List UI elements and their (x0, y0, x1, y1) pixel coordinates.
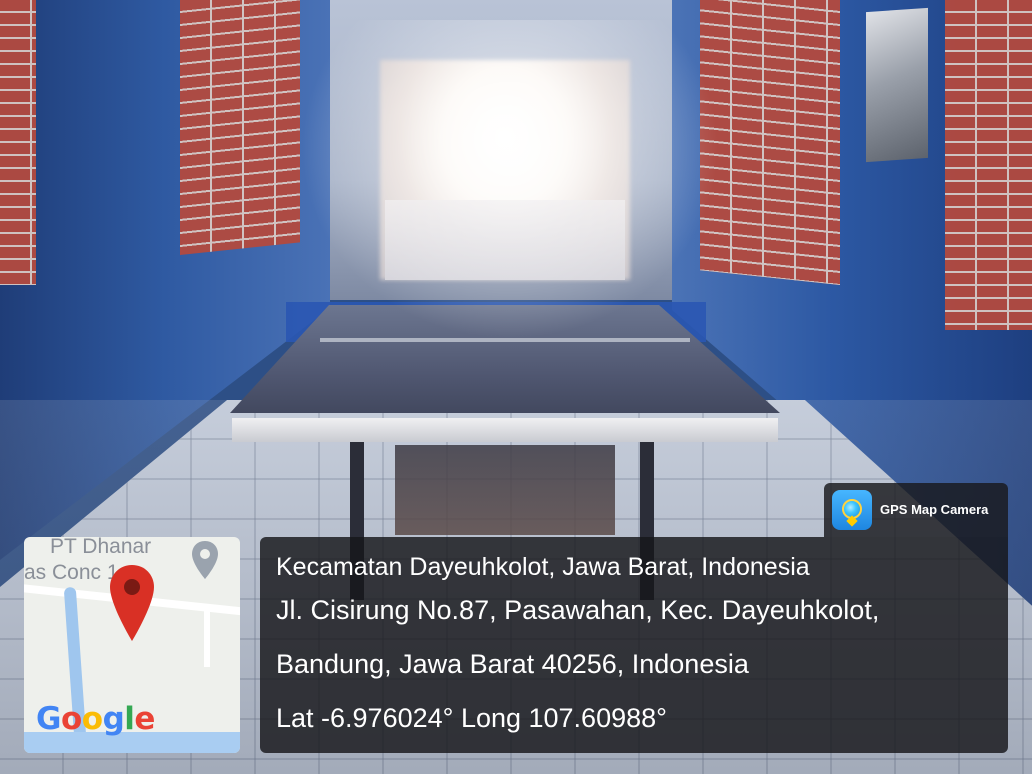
map-road-vertical (204, 607, 210, 667)
map-thumbnail[interactable]: PT Dhanar as Conc 1 Google (24, 537, 240, 753)
google-logo-letter: G (36, 701, 61, 737)
address-line-2: Bandung, Jawa Barat 40256, Indonesia (276, 649, 749, 679)
gps-map-camera-icon (832, 490, 872, 530)
brick-panel-left (180, 0, 300, 256)
address-line-1: Jl. Cisirung No.87, Pasawahan, Kec. Daye… (276, 595, 880, 625)
wall-poster (866, 7, 928, 163)
map-place-label-2: as Conc 1 (24, 561, 119, 584)
google-logo-letter: l (124, 701, 135, 737)
location-marker-icon (192, 541, 218, 579)
app-badge: GPS Map Camera (824, 483, 1008, 537)
google-logo-letter: e (134, 701, 155, 737)
location-info-panel: Kecamatan Dayeuhkolot, Jawa Barat, Indon… (260, 537, 1008, 753)
brick-panel-left-edge (0, 0, 36, 285)
table-undercarriage (395, 445, 615, 535)
google-logo: Google (36, 701, 155, 737)
location-title: Kecamatan Dayeuhkolot, Jawa Barat, Indon… (276, 553, 810, 581)
brick-panel-right (700, 0, 840, 286)
map-place-label: PT Dhanar (50, 537, 152, 558)
coordinates: Lat -6.976024° Long 107.60988° (276, 703, 667, 733)
brick-panel-right-edge (945, 0, 1032, 330)
light-glare (300, 20, 720, 340)
google-logo-letter: o (81, 701, 103, 737)
google-logo-letter: g (102, 701, 125, 737)
map-pin-icon (110, 565, 154, 641)
google-logo-letter: o (60, 701, 82, 737)
table-edge (232, 418, 778, 442)
app-name: GPS Map Camera (880, 502, 989, 517)
